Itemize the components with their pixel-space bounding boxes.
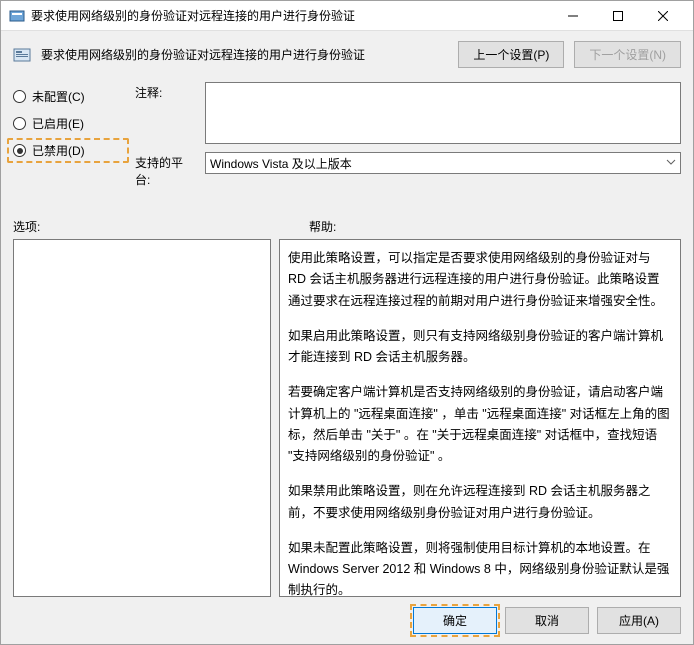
config-area: 未配置(C) 已启用(E) 已禁用(D) 注释: 支持的平台: Windows …: [1, 78, 693, 196]
app-icon: [9, 8, 25, 24]
panels-row: 使用此策略设置，可以指定是否要求使用网络级别的身份验证对与 RD 会话主机服务器…: [1, 239, 693, 597]
policy-title: 要求使用网络级别的身份验证对远程连接的用户进行身份验证: [41, 46, 448, 63]
chevron-down-icon: [666, 156, 676, 170]
radio-enabled[interactable]: 已启用(E): [13, 115, 123, 132]
options-label: 选项:: [13, 218, 309, 235]
policy-icon: [13, 46, 31, 64]
ok-button[interactable]: 确定: [413, 607, 497, 634]
prev-setting-button[interactable]: 上一个设置(P): [458, 41, 564, 68]
titlebar: 要求使用网络级别的身份验证对远程连接的用户进行身份验证: [1, 1, 693, 31]
options-panel[interactable]: [13, 239, 271, 597]
platform-label: 支持的平台:: [135, 152, 195, 188]
radio-label: 未配置(C): [32, 88, 85, 105]
footer: 确定 取消 应用(A): [1, 597, 693, 644]
help-panel[interactable]: 使用此策略设置，可以指定是否要求使用网络级别的身份验证对与 RD 会话主机服务器…: [279, 239, 681, 597]
help-paragraph: 如果启用此策略设置，则只有支持网络级别身份验证的客户端计算机才能连接到 RD 会…: [288, 326, 672, 369]
window-title: 要求使用网络级别的身份验证对远程连接的用户进行身份验证: [31, 7, 550, 24]
help-paragraph: 若要确定客户端计算机是否支持网络级别的身份验证，请启动客户端计算机上的 "远程桌…: [288, 382, 672, 467]
header-row: 要求使用网络级别的身份验证对远程连接的用户进行身份验证 上一个设置(P) 下一个…: [1, 31, 693, 78]
comment-label: 注释:: [135, 82, 195, 144]
next-setting-button[interactable]: 下一个设置(N): [574, 41, 681, 68]
platform-dropdown[interactable]: Windows Vista 及以上版本: [205, 152, 681, 174]
radio-icon: [13, 144, 26, 157]
help-paragraph: 如果禁用此策略设置，则在允许远程连接到 RD 会话主机服务器之前，不要求使用网络…: [288, 481, 672, 524]
section-labels: 选项: 帮助:: [1, 196, 693, 239]
maximize-button[interactable]: [595, 1, 640, 30]
dialog-window: 要求使用网络级别的身份验证对远程连接的用户进行身份验证 要求使用网络级别的身份验…: [0, 0, 694, 645]
radio-label: 已禁用(D): [32, 142, 85, 159]
radio-not-configured[interactable]: 未配置(C): [13, 88, 123, 105]
platform-value: Windows Vista 及以上版本: [210, 155, 352, 172]
comment-row: 注释:: [135, 82, 681, 144]
apply-button[interactable]: 应用(A): [597, 607, 681, 634]
right-fields: 注释: 支持的平台: Windows Vista 及以上版本: [135, 82, 681, 188]
help-paragraph: 使用此策略设置，可以指定是否要求使用网络级别的身份验证对与 RD 会话主机服务器…: [288, 248, 672, 312]
close-button[interactable]: [640, 1, 685, 30]
titlebar-controls: [550, 1, 685, 30]
help-label: 帮助:: [309, 218, 336, 235]
comment-textarea[interactable]: [205, 82, 681, 144]
radio-disabled[interactable]: 已禁用(D): [7, 138, 129, 163]
radio-icon: [13, 117, 26, 130]
radio-icon: [13, 90, 26, 103]
minimize-button[interactable]: [550, 1, 595, 30]
help-paragraph: 如果未配置此策略设置，则将强制使用目标计算机的本地设置。在 Windows Se…: [288, 538, 672, 597]
state-radio-group: 未配置(C) 已启用(E) 已禁用(D): [13, 82, 123, 188]
radio-label: 已启用(E): [32, 115, 84, 132]
platform-row: 支持的平台: Windows Vista 及以上版本: [135, 152, 681, 188]
cancel-button[interactable]: 取消: [505, 607, 589, 634]
